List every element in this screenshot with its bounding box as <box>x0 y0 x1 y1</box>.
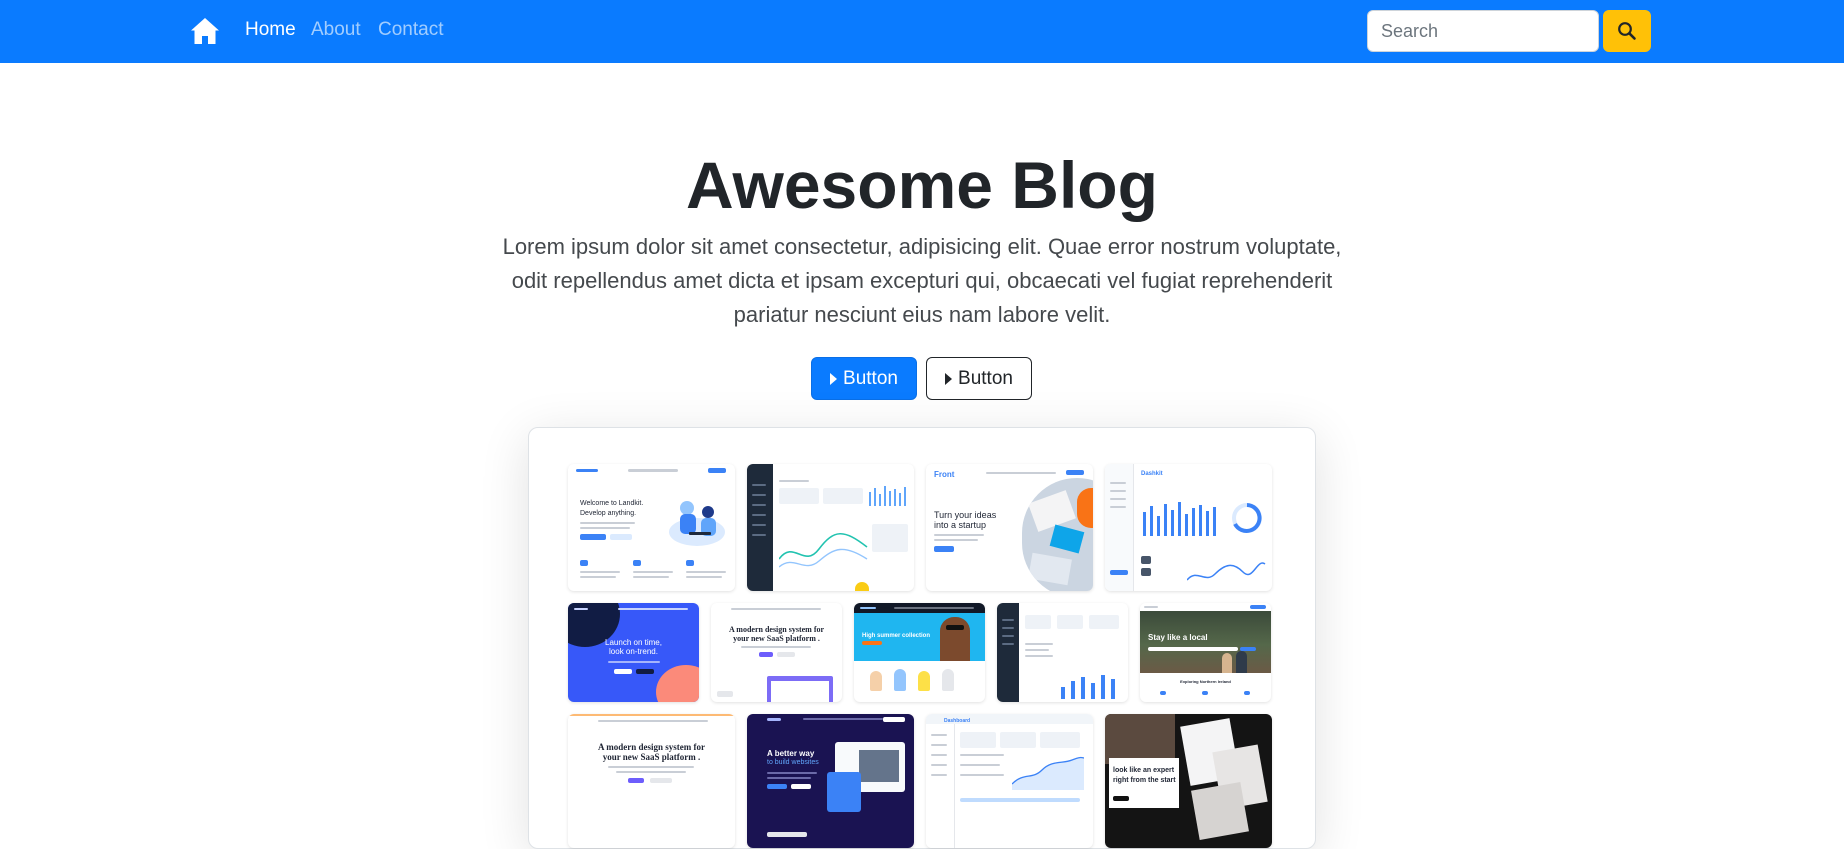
nav-link-home[interactable]: Home <box>245 19 296 41</box>
search-input[interactable] <box>1367 10 1599 52</box>
primary-button[interactable]: Button <box>811 357 917 400</box>
thumb-travel: Stay like a local Exploring Northern Ire… <box>1140 603 1271 702</box>
page-title: Awesome Blog <box>686 148 1158 222</box>
thumb-ecommerce: High summer collection <box>854 603 985 702</box>
thumb-front: Front Turn your ideas into a startup <box>926 464 1093 591</box>
secondary-button-label: Button <box>958 367 1013 389</box>
caret-right-icon <box>830 372 838 385</box>
nav-link-about[interactable]: About <box>311 19 361 41</box>
thumb-saas-2: A modern design system for your new SaaS… <box>568 714 735 848</box>
secondary-button[interactable]: Button <box>926 357 1032 400</box>
showcase-panel: Welcome to Landkit. Develop anything. Fr… <box>528 427 1316 849</box>
hero-lead: Lorem ipsum dolor sit amet consectetur, … <box>502 234 1342 327</box>
thumb-saas: A modern design system for your new SaaS… <box>711 603 842 702</box>
caret-right-icon <box>945 372 953 385</box>
thumb-launch: Launch on time, look on-trend. <box>568 603 699 702</box>
thumb-expert: look like an expert right from the start <box>1105 714 1272 848</box>
house-icon <box>191 18 219 44</box>
primary-button-label: Button <box>843 367 898 389</box>
nav-link-contact[interactable]: Contact <box>378 19 443 41</box>
thumb-dashboard-dark <box>747 464 914 591</box>
thumb-admin <box>997 603 1128 702</box>
thumb-dashboard-light: Dashkit <box>1105 464 1272 591</box>
navbar: Home About Contact <box>0 0 1844 63</box>
search-button[interactable] <box>1603 10 1651 52</box>
thumb-landkit: Welcome to Landkit. Develop anything. <box>568 464 735 591</box>
search-icon <box>1618 22 1636 40</box>
thumb-admin-2: Dashboard <box>926 714 1093 848</box>
thumb-dark-startup: A better way to build websites <box>747 714 914 848</box>
home-link[interactable] <box>190 17 220 45</box>
